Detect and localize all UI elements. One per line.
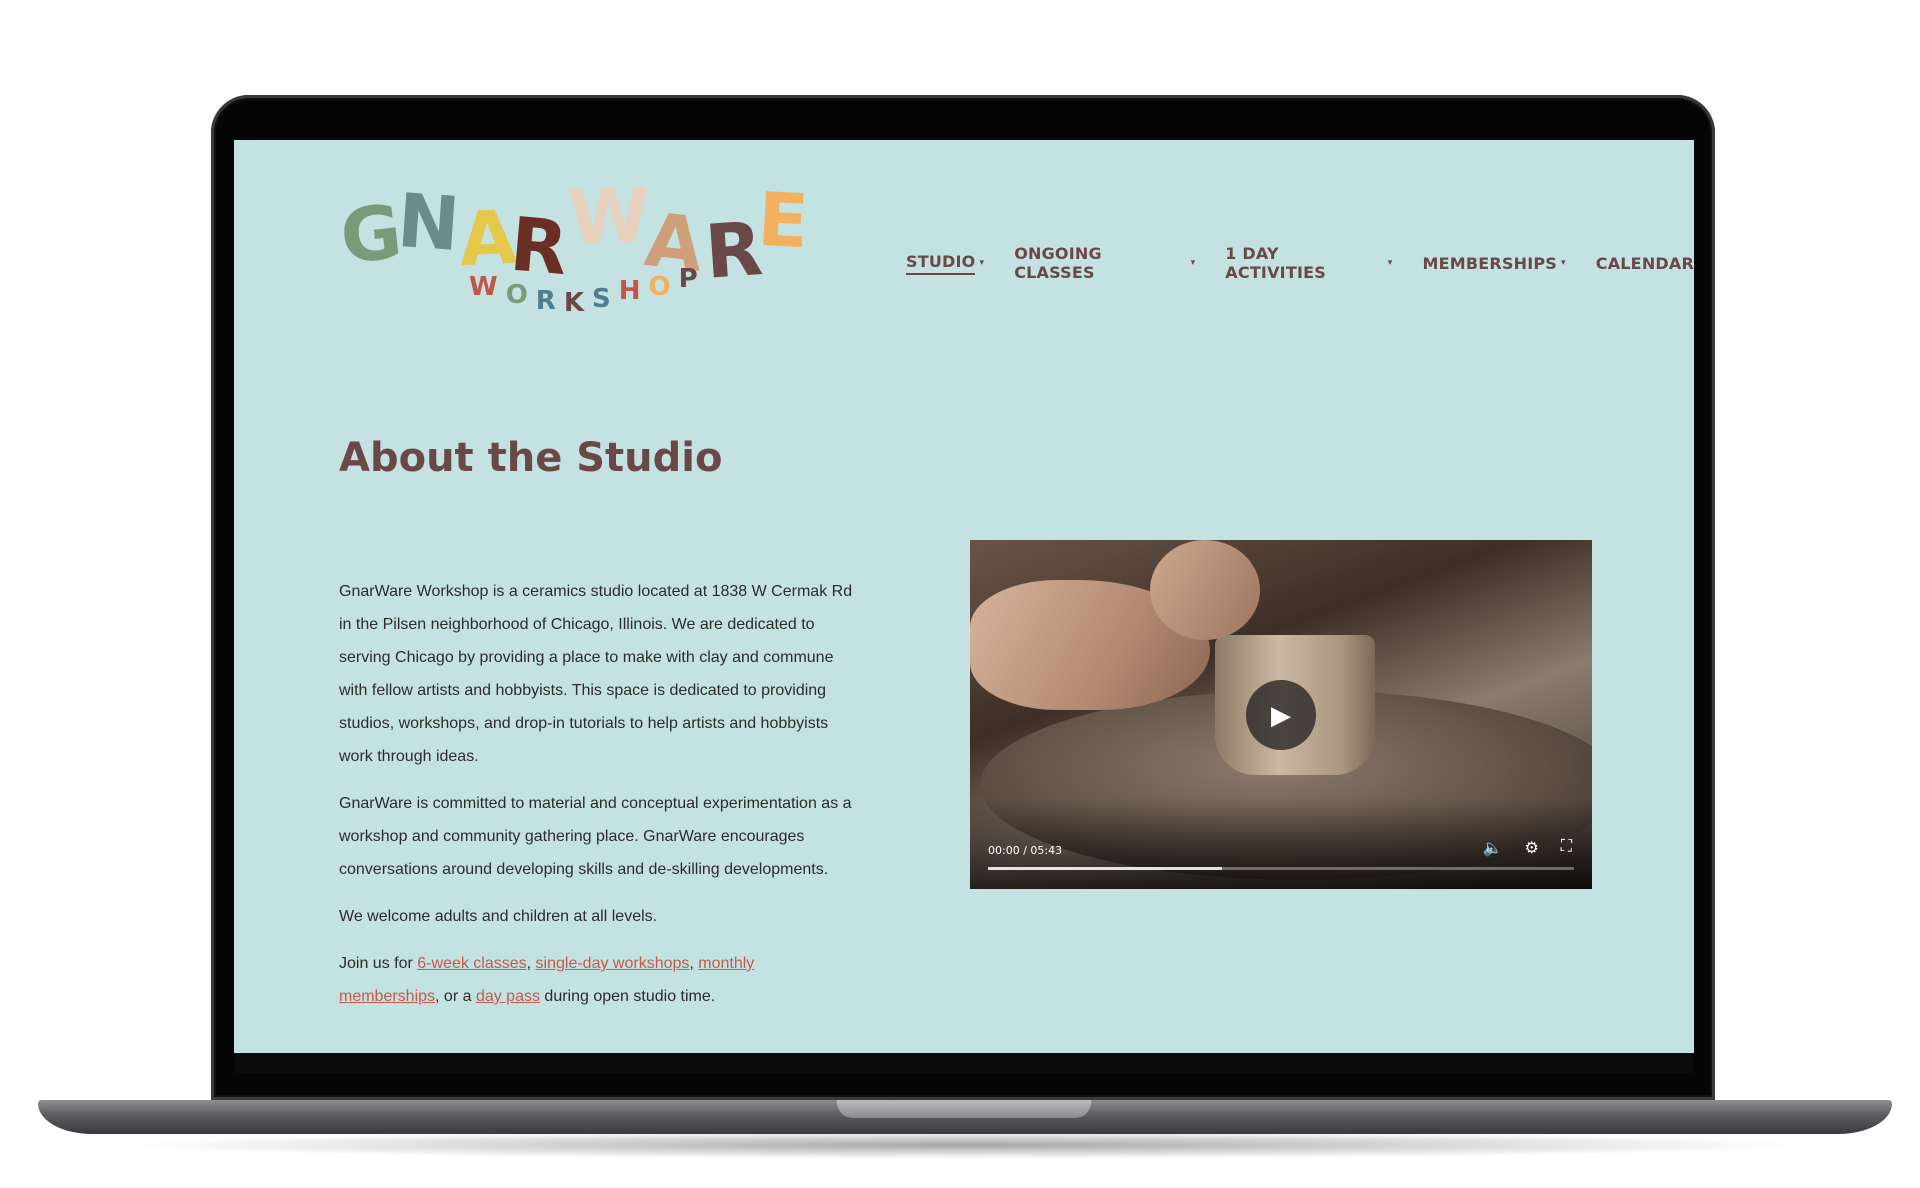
nav-item-studio[interactable]: STUDIO ▾ [906, 244, 984, 282]
about-paragraph-2: GnarWare is committed to material and co… [339, 795, 852, 878]
logo-sub-letter: K [563, 288, 584, 318]
main-nav: STUDIO ▾ ONGOING CLASSES ▾ 1 DAY ACTIVITIES ▾… [906, 244, 1694, 282]
chevron-down-icon: ▾ [1561, 258, 1566, 268]
logo-sub-letter: P [678, 264, 698, 294]
studio-video-player[interactable]: ▶ 00:00 / 05:43 🔈 ⚙ ⛶ [970, 540, 1592, 889]
logo-sub-letter: O [505, 280, 528, 310]
chevron-down-icon: ▾ [979, 258, 985, 268]
logo-wordmark: GNARWARE [337, 172, 811, 296]
fullscreen-icon[interactable]: ⛶ [1561, 838, 1572, 858]
chevron-down-icon: ▾ [1190, 258, 1196, 268]
video-controls: 🔈 ⚙ ⛶ [1483, 838, 1572, 858]
video-progress-bar[interactable] [988, 867, 1574, 870]
about-paragraph-1: GnarWare Workshop is a ceramics studio l… [339, 583, 853, 765]
logo-sub-letter: O [648, 272, 671, 302]
logo-subtitle: WORKSHOP [469, 264, 706, 318]
nav-item-label: 1 DAY ACTIVITIES [1225, 244, 1326, 282]
nav-item-ongoing-classes[interactable]: ONGOING CLASSES ▾ [1014, 244, 1195, 282]
video-buffered-fill [988, 867, 1223, 870]
logo-sub-letter: W [469, 272, 498, 302]
volume-icon[interactable]: 🔈 [1483, 838, 1503, 858]
laptop-shadow [120, 1131, 1810, 1159]
about-text: GnarWare Workshop is a ceramics studio l… [339, 575, 859, 1027]
join-sep-1: , [526, 955, 536, 972]
single-day-workshops-link[interactable]: single-day workshops [536, 955, 690, 972]
nav-item-calendar[interactable]: CALENDAR [1596, 244, 1694, 282]
join-suffix: during open studio time. [539, 988, 716, 1005]
logo-sub-letter: H [618, 276, 641, 306]
nav-item-1-day-activities[interactable]: 1 DAY ACTIVITIES ▾ [1225, 244, 1392, 282]
join-prefix: Join us for [339, 955, 418, 972]
nav-item-label: CALENDAR [1595, 253, 1694, 273]
chevron-down-icon: ▾ [1387, 258, 1393, 268]
about-paragraph-4: Join us for 6-week classes, single-day w… [339, 947, 859, 1013]
about-paragraph-3: We welcome adults and children at all le… [339, 908, 658, 925]
nav-item-label: ONGOING CLASSES [1014, 244, 1102, 282]
nav-item-memberships[interactable]: MEMBERSHIPS ▾ [1423, 244, 1566, 282]
video-frame-hand-top [1150, 540, 1260, 640]
logo-sub-letter: S [591, 284, 611, 314]
join-sep-2: , [689, 955, 699, 972]
six-week-classes-link[interactable]: 6-week classes [417, 955, 526, 972]
gnarware-logo[interactable]: GNARWARE WORKSHOP [337, 173, 811, 330]
play-icon[interactable]: ▶ [1246, 680, 1316, 750]
day-pass-link[interactable]: day pass [476, 988, 540, 1005]
nav-item-label: MEMBERSHIPS [1422, 253, 1558, 273]
video-time: 00:00 / 05:43 [988, 844, 1063, 857]
logo-sub-letter: R [535, 286, 556, 316]
page-title: About the Studio [339, 435, 723, 481]
laptop-bezel-bottom [234, 1053, 1694, 1073]
nav-item-label: STUDIO [906, 252, 976, 275]
logo-letter: W [566, 172, 652, 262]
settings-icon[interactable]: ⚙ [1524, 838, 1538, 858]
logo-letter: E [755, 176, 811, 266]
logo-letter: N [394, 177, 463, 269]
join-sep-3: , or a [435, 988, 476, 1005]
website-screen: GNARWARE WORKSHOP STUDIO ▾ ONGOING CLASSES… [234, 140, 1694, 1053]
laptop-notch [837, 1100, 1091, 1118]
